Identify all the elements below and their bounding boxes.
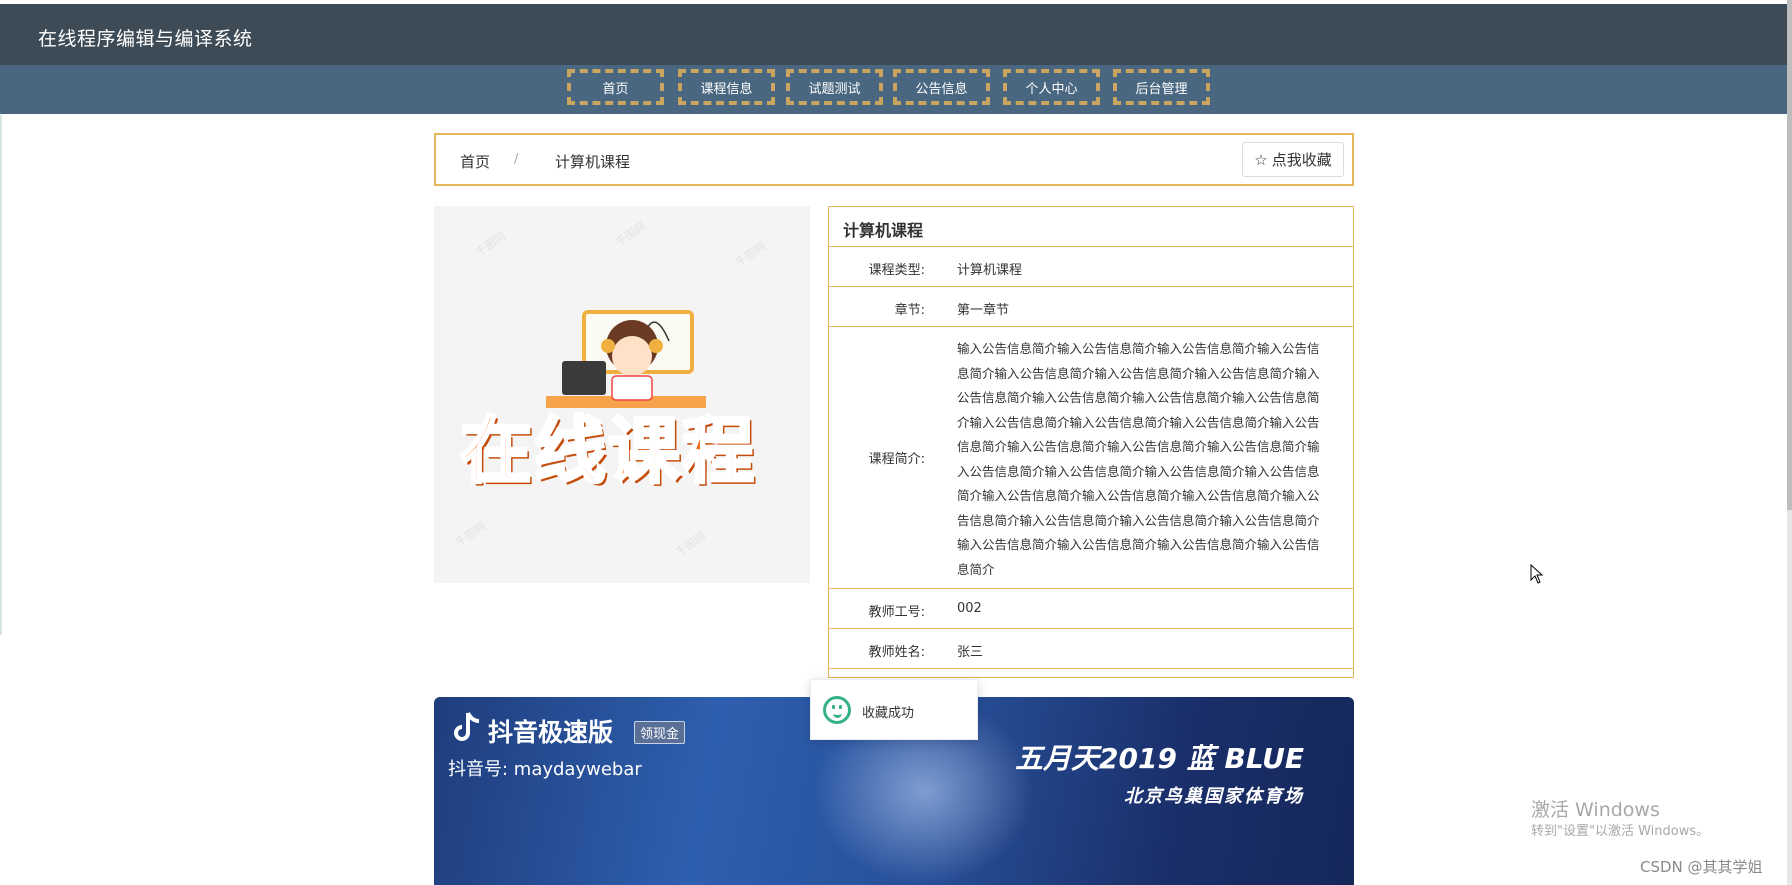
detail-row-course-type: 课程类型: 计算机课程 — [829, 247, 1353, 287]
course-detail-panel: 计算机课程 课程类型: 计算机课程 章节: 第一章节 课程简介: 输入公告信息简… — [828, 206, 1354, 678]
success-toast: 收藏成功 — [810, 679, 978, 740]
mouse-cursor-icon — [1530, 564, 1544, 584]
field-label: 教师姓名: — [868, 645, 925, 660]
site-header: 在线程序编辑与编译系统 — [0, 4, 1787, 65]
favorite-button-label: 点我收藏 — [1271, 151, 1332, 169]
nav-item-home[interactable]: 首页 — [567, 69, 664, 105]
detail-row-chapter: 章节: 第一章节 — [829, 287, 1353, 327]
toast-message: 收藏成功 — [862, 706, 915, 721]
field-label: 课程简介: — [868, 452, 925, 467]
field-value-description: 输入公告信息简介输入公告信息简介输入公告信息简介输入公告信息简介输入公告信息简介… — [957, 341, 1320, 577]
windows-activate-title: 激活 Windows — [1531, 799, 1660, 821]
field-label: 章节: — [894, 303, 925, 318]
breadcrumb-home-link[interactable]: 首页 — [460, 151, 490, 172]
nav-item-personal-center[interactable]: 个人中心 — [1003, 69, 1100, 105]
detail-row-teacher-id: 教师工号: 002 — [829, 589, 1353, 629]
douyin-logo-icon — [454, 712, 480, 741]
concert-venue: 北京鸟巢国家体育场 — [1124, 786, 1304, 807]
douyin-account: 抖音号: maydaywebar — [448, 759, 642, 780]
douyin-tag: 领现金 — [634, 721, 686, 744]
detail-row-teacher-name: 教师姓名: 张三 — [829, 629, 1353, 669]
windows-activate-hint: 转到"设置"以激活 Windows。 — [1531, 824, 1710, 839]
course-image-caption: 在线课程 — [458, 408, 757, 495]
nav-item-course-info[interactable]: 课程信息 — [678, 69, 775, 105]
field-value: 第一章节 — [957, 303, 1010, 318]
field-value: 002 — [957, 601, 982, 616]
field-value: 张三 — [957, 645, 984, 660]
breadcrumb-current: 计算机课程 — [555, 153, 631, 171]
detail-title: 计算机课程 — [829, 207, 1353, 247]
star-outline-icon: ☆ — [1254, 150, 1268, 169]
nav-item-exam-test[interactable]: 试题测试 — [786, 69, 883, 105]
main-nav: 首页 课程信息 试题测试 公告信息 个人中心 后台管理 — [0, 65, 1787, 114]
breadcrumb-separator: / — [514, 152, 519, 167]
course-image: 千图网 千图网 千图网 千图网 千图网 在线课程 — [434, 206, 810, 583]
favorite-button[interactable]: ☆ 点我收藏 — [1242, 142, 1344, 177]
csdn-watermark: CSDN @其其学姐 — [1640, 858, 1763, 876]
douyin-brand: 抖音极速版 — [488, 718, 614, 747]
left-edge-mark — [0, 115, 2, 635]
field-label: 教师工号: — [868, 605, 925, 620]
site-title: 在线程序编辑与编译系统 — [38, 28, 253, 50]
breadcrumb: 首页 / 计算机课程 ☆ 点我收藏 — [434, 133, 1354, 186]
page-scrollbar[interactable] — [1787, 0, 1792, 885]
field-value: 计算机课程 — [957, 263, 1023, 278]
smile-icon — [823, 696, 851, 724]
nav-item-admin[interactable]: 后台管理 — [1113, 69, 1210, 105]
detail-row-description: 课程简介: 输入公告信息简介输入公告信息简介输入公告信息简介输入公告信息简介输入… — [829, 327, 1353, 589]
nav-item-announcements[interactable]: 公告信息 — [893, 69, 990, 105]
scrollbar-thumb[interactable] — [1787, 0, 1792, 510]
field-label: 课程类型: — [868, 263, 925, 278]
concert-title: 五月天2019 蓝 BLUE — [1015, 742, 1304, 775]
